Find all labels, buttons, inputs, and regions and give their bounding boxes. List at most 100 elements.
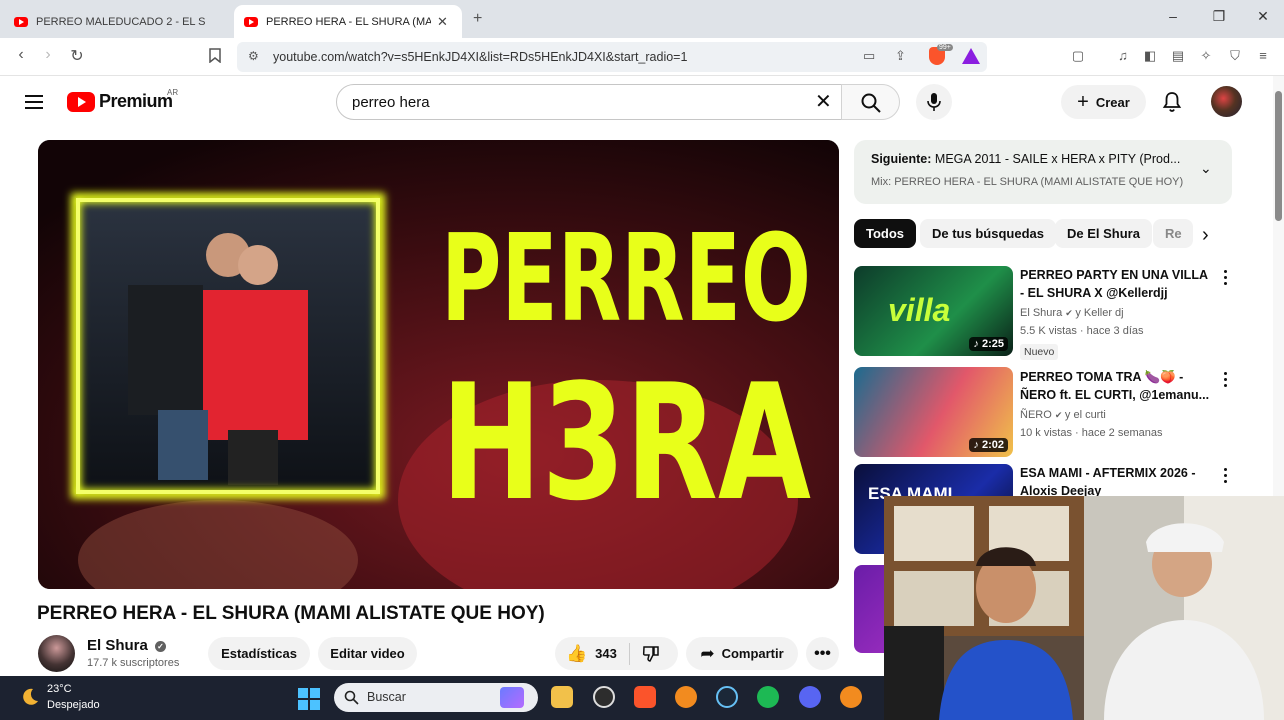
clear-search-icon[interactable]: ✕ [815,89,832,114]
media-icon[interactable]: ♫ [1115,48,1131,64]
maximize-icon[interactable]: ❐ [1204,8,1234,25]
chip-todos[interactable]: Todos [854,219,917,248]
related-thumbnail[interactable]: ♪ 2:02 [854,367,1013,457]
minimize-icon[interactable]: – [1158,8,1188,24]
new-badge: Nuevo [1020,344,1059,360]
tab-title: PERREO HERA - EL SHURA (MAMI ALISTATE QU… [266,15,431,28]
chevron-down-icon[interactable]: ⌄ [1200,160,1212,177]
statistics-button[interactable]: Estadísticas [208,637,310,670]
up-next-panel[interactable]: Siguiente: MEGA 2011 - SAILE x HERA x PI… [854,140,1232,204]
search-button[interactable] [841,84,900,120]
video-title: PERREO HERA - EL SHURA (MAMI ALISTATE QU… [37,603,545,624]
chevron-right-icon[interactable]: › [1202,224,1209,247]
mix-title: Mix: PERREO HERA - EL SHURA (MAMI ALISTA… [871,176,1184,188]
more-vertical-icon[interactable] [1222,468,1228,486]
share-page-icon[interactable]: ⇪ [895,48,906,64]
browser-tab-1[interactable]: PERREO MALEDUCADO 2 - EL SHURA [4,5,229,38]
fl-studio-icon[interactable] [675,686,697,708]
duration-badge: ♪ 2:25 [969,337,1008,351]
related-meta: 10 k vistas · hace 2 semanas [1020,427,1163,439]
brave-browser-icon[interactable] [634,686,656,708]
more-vertical-icon[interactable] [1222,372,1228,390]
browser-menu-icon[interactable]: ≡ [1255,48,1271,64]
related-title[interactable]: PERREO TOMA TRA 🍆🍑 - ÑERO ft. EL CURTI, … [1020,368,1210,404]
more-vertical-icon[interactable] [1222,270,1228,288]
hamburger-menu-icon[interactable] [25,95,43,109]
channel-avatar[interactable] [38,635,75,672]
weather-condition[interactable]: Despejado [47,699,100,711]
cast-icon[interactable]: ▭ [863,48,875,64]
edit-video-button[interactable]: Editar video [318,637,417,670]
app-icon[interactable] [593,686,615,708]
chip-de-tus-busquedas[interactable]: De tus búsquedas [920,219,1056,248]
like-count[interactable]: 343 [595,646,617,661]
file-explorer-icon[interactable] [551,686,573,708]
forward-icon[interactable]: › [37,46,59,64]
sidebar-tab-icon[interactable]: ▢ [1070,48,1086,64]
close-window-icon[interactable]: ✕ [1248,8,1278,25]
like-icon[interactable]: 👍 [566,644,587,664]
channel-name[interactable]: El Shura ✓ [87,637,167,654]
fl-studio-icon[interactable] [840,686,862,708]
video-player[interactable]: PERREO H3RA [38,140,839,589]
address-bar[interactable]: ⚙ youtube.com/watch?v=s5HEnkJD4XI&list=R… [237,42,987,72]
chip-de-el-shura[interactable]: De El Shura [1055,219,1152,248]
voice-search-button[interactable] [916,84,952,120]
more-actions-button[interactable]: ••• [806,637,839,670]
thumbnail-title-line-2: H3RA [441,349,811,536]
search-icon [861,93,881,113]
related-channel[interactable]: El Shura ✔ y Keller dj [1020,307,1124,319]
related-channel[interactable]: ÑERO ✔ y el curti [1020,409,1106,421]
share-button[interactable]: ➦ Compartir [686,637,798,670]
like-dislike-group: 👍 343 [555,637,678,670]
verified-icon: ✓ [155,641,167,652]
taskbar-search-input[interactable]: Buscar [334,683,538,712]
account-avatar[interactable] [1211,86,1242,117]
webcam-feed [884,496,1284,720]
channel-name-text[interactable]: El Shura [87,637,148,654]
close-tab-icon[interactable]: ✕ [437,14,448,30]
collab-text: y Keller dj [1075,307,1124,319]
search-icon [344,690,359,705]
wallet-icon[interactable]: ▤ [1170,48,1186,64]
create-button[interactable]: + Crear [1061,85,1146,119]
sidebar-icon[interactable]: ◧ [1142,48,1158,64]
dislike-icon[interactable] [642,645,660,663]
related-title[interactable]: PERREO PARTY EN UNA VILLA - EL SHURA X @… [1020,266,1210,302]
related-thumbnail[interactable]: villa ♪ 2:25 [854,266,1013,356]
windows-start-icon[interactable] [297,687,321,711]
thumbnail-text: villa [888,292,951,328]
thumbnail-title-line-1: PERREO [441,210,811,349]
notifications-bell-icon[interactable] [1160,90,1184,114]
search-input[interactable]: perreo hera ✕ [336,84,842,120]
weather-temperature[interactable]: 23°C [47,683,72,695]
search-query[interactable]: perreo hera [352,94,430,111]
site-settings-icon[interactable]: ⚙ [248,49,259,63]
bookmark-icon[interactable] [207,48,223,64]
up-next-title[interactable]: Siguiente: MEGA 2011 - SAILE x HERA x PI… [871,152,1186,166]
url-text[interactable]: youtube.com/watch?v=s5HEnkJD4XI&list=RDs… [273,50,687,64]
chip-partial[interactable]: Re [1153,219,1193,248]
leo-ai-icon[interactable]: ✧ [1198,48,1214,64]
collab-text: y el curti [1064,409,1106,421]
shields-count-badge: 99+ [937,44,953,51]
moon-weather-icon [23,688,38,705]
brave-rewards-icon[interactable] [962,48,980,64]
up-next-video-title: MEGA 2011 - SAILE x HERA x PITY (Prod... [934,152,1181,166]
new-tab-icon[interactable]: + [473,10,482,28]
back-icon[interactable]: ‹ [10,46,32,64]
logo-text: Premium [99,91,173,111]
channel-text: El Shura [1020,307,1063,319]
verified-icon: ✔ [1065,308,1076,318]
related-title[interactable]: ESA MAMI - AFTERMIX 2026 - Aloxis Deejay [1020,464,1210,496]
steam-icon[interactable] [716,686,738,708]
youtube-premium-logo[interactable]: Premium [67,91,173,112]
reload-icon[interactable]: ↻ [66,46,88,66]
browser-tab-2[interactable]: PERREO HERA - EL SHURA (MAMI ALISTATE QU… [234,5,462,38]
discord-icon[interactable] [799,686,821,708]
youtube-favicon-icon [244,16,258,27]
vpn-icon[interactable]: ⛉ [1227,48,1243,64]
spotify-icon[interactable] [757,686,779,708]
scrollbar-thumb[interactable] [1275,91,1282,221]
youtube-favicon-icon [14,16,28,27]
